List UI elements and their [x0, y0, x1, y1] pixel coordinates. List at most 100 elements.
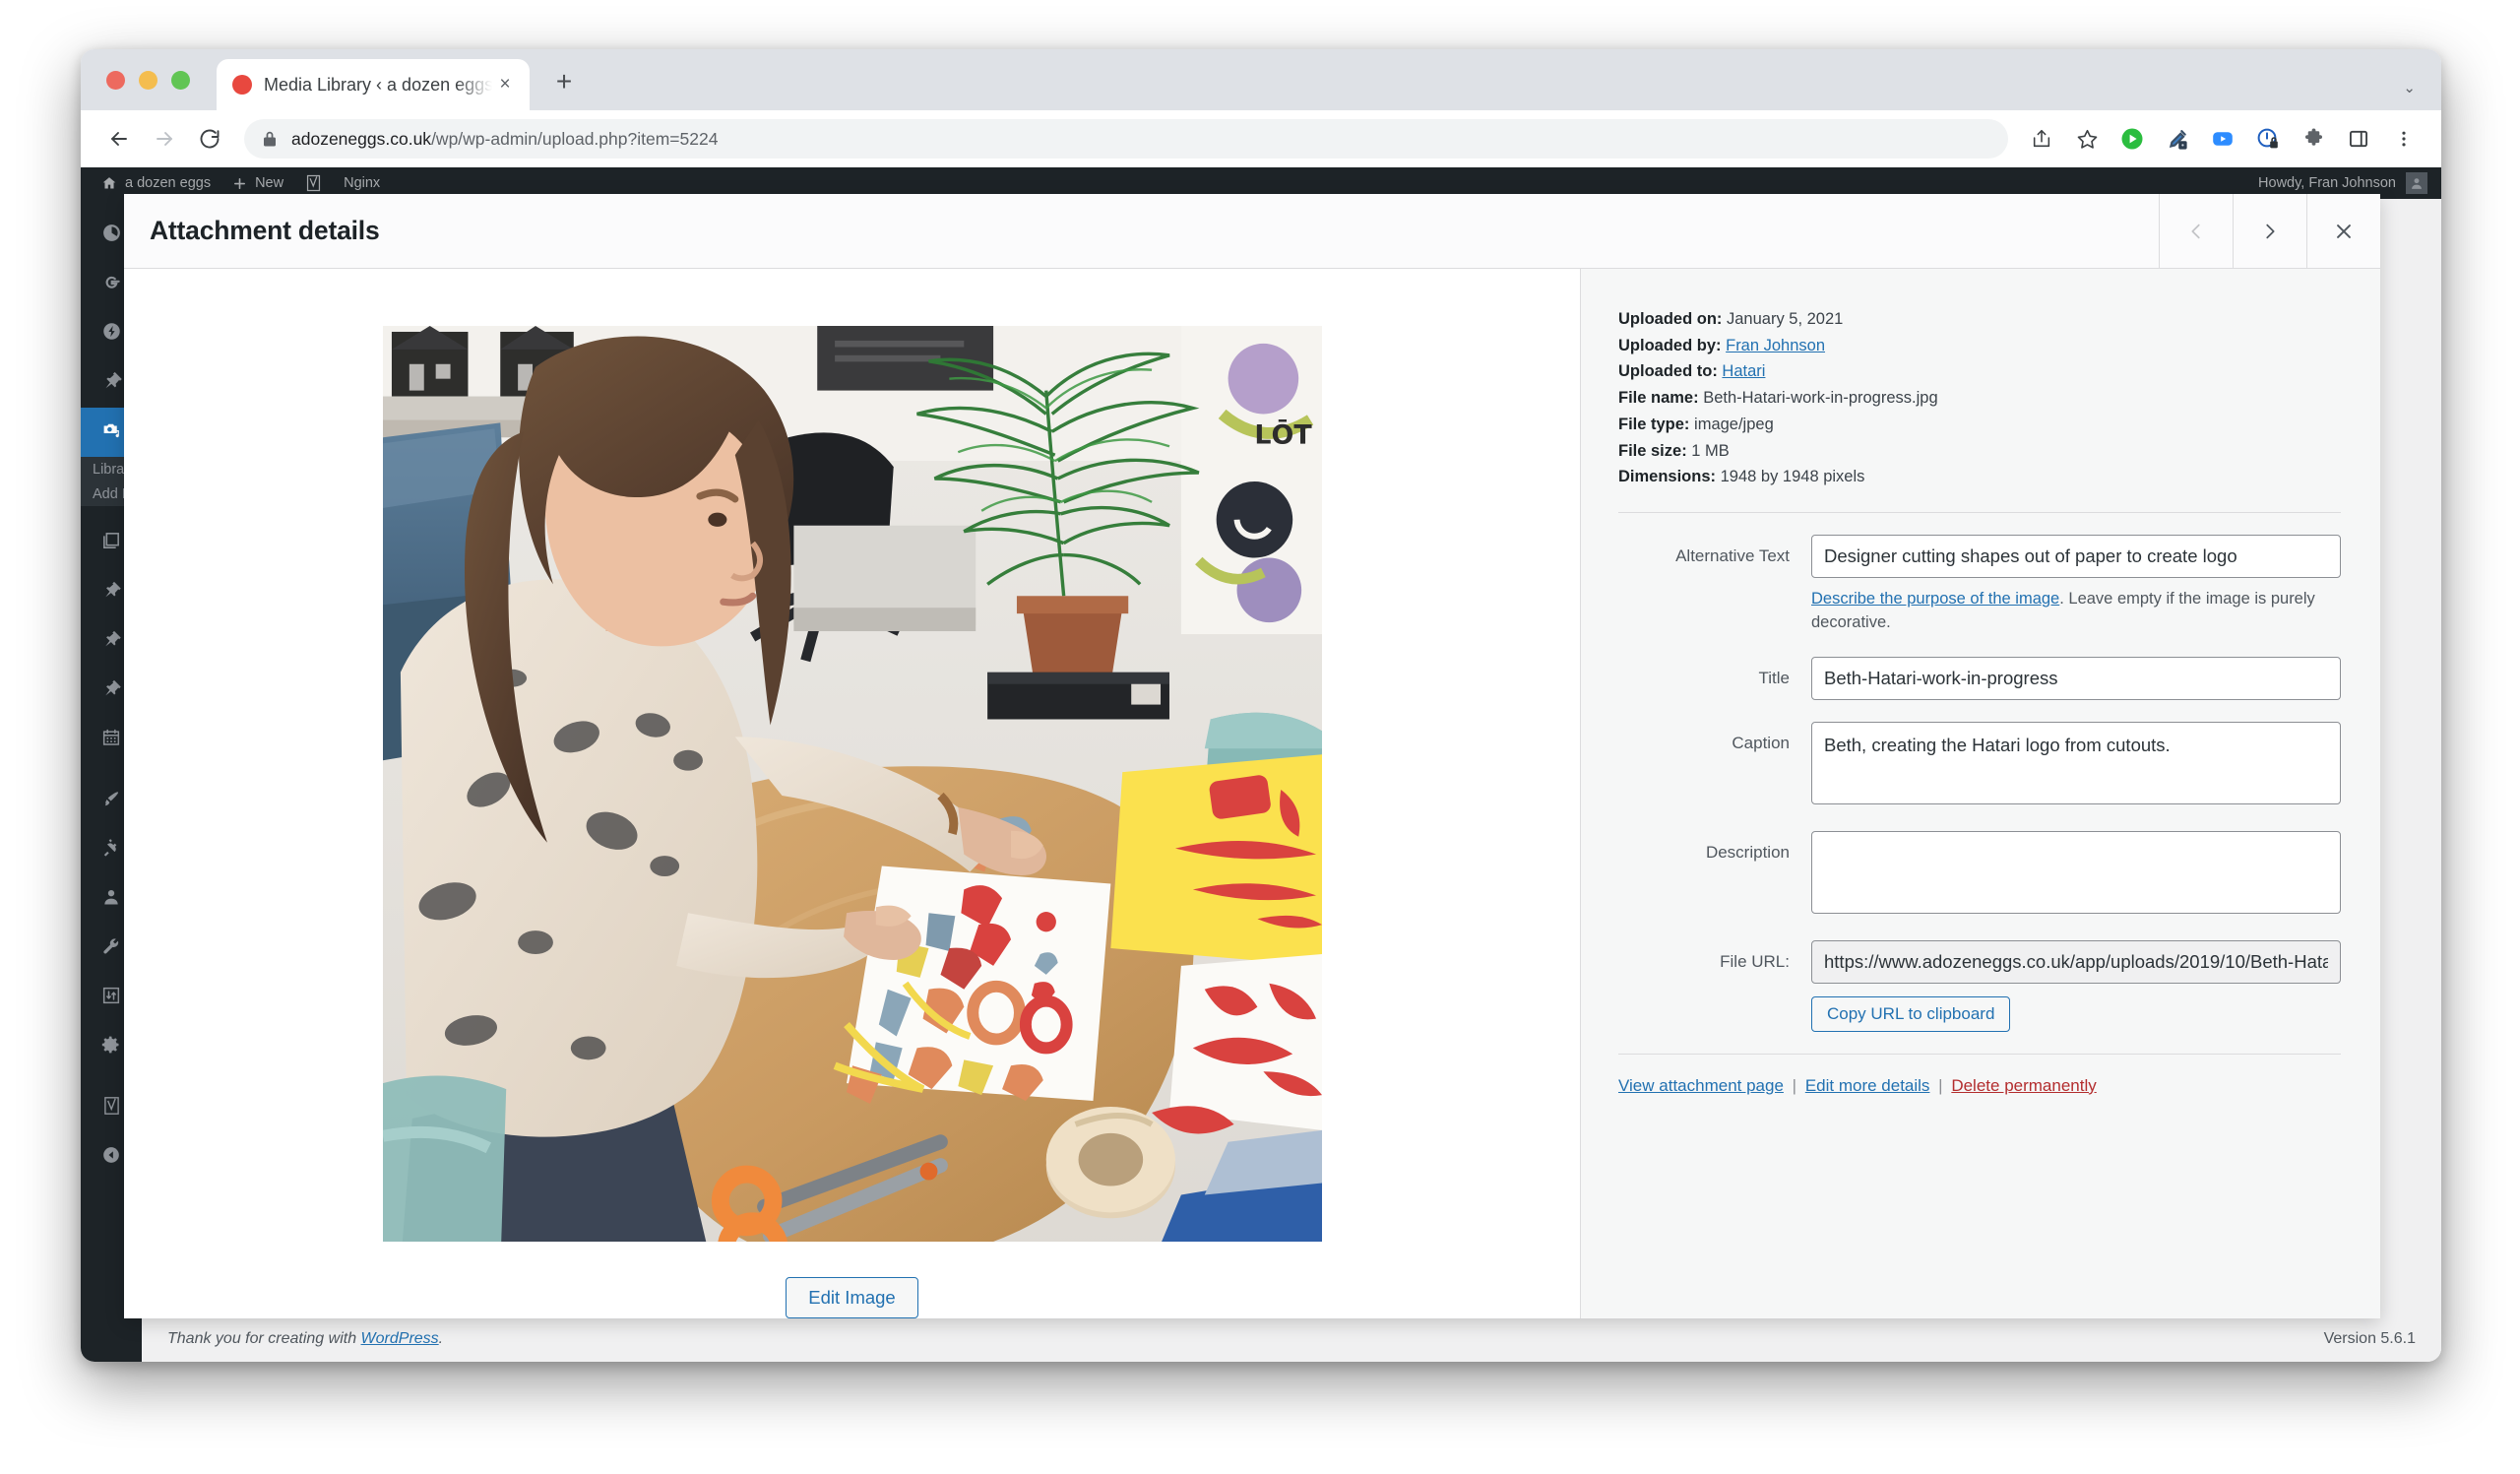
alt-text-label: Alternative Text [1675, 546, 1790, 566]
chevron-down-icon[interactable]: ⌄ [2403, 79, 2416, 96]
next-attachment-button[interactable] [2233, 194, 2306, 268]
file-url-input[interactable] [1811, 939, 2341, 984]
title-field-row: Title [1618, 656, 2341, 700]
reload-button[interactable] [189, 118, 230, 160]
share-icon[interactable] [2022, 119, 2061, 159]
footer-thanks: Thank you for creating with WordPress. [167, 1330, 443, 1348]
wp-admin-footer: Thank you for creating with WordPress. V… [142, 1316, 2441, 1362]
gear-icon [101, 1035, 121, 1059]
address-bar[interactable]: adozeneggs.co.uk/wp/wp-admin/upload.php?… [244, 119, 2008, 159]
previous-attachment-button[interactable] [2159, 194, 2233, 268]
meta-file-type: File type: image/jpeg [1618, 412, 2341, 438]
back-button[interactable] [98, 118, 140, 160]
caption-label: Caption [1732, 733, 1790, 752]
divider [1618, 512, 2341, 514]
footer-thanks-suffix: . [438, 1330, 444, 1347]
meta-label: File name: [1618, 389, 1699, 408]
attachment-thumbnail: LŌT [382, 326, 1322, 1242]
import-export-icon [101, 986, 121, 1010]
plug-icon [101, 838, 121, 863]
google-g-icon [101, 272, 122, 297]
extensions-puzzle-icon[interactable] [2294, 119, 2333, 159]
meta-value: 1 MB [1691, 441, 1730, 460]
description-textarea[interactable] [1811, 830, 2341, 914]
close-modal-button[interactable] [2306, 194, 2380, 268]
uploaded-by-link[interactable]: Fran Johnson [1726, 337, 1825, 354]
new-tab-button[interactable]: + [547, 65, 581, 98]
desktop-background: Media Library ‹ a dozen eggs – × + ⌄ ado… [0, 0, 2520, 1474]
modal-body: LŌT Edit Image Uploaded on: January 5, 2… [124, 269, 2380, 1318]
address-bar-url: adozeneggs.co.uk/wp/wp-admin/upload.php?… [291, 129, 718, 150]
alt-text-help: Describe the purpose of the image. Leave… [1811, 588, 2341, 635]
tab-close-icon[interactable]: × [492, 72, 518, 97]
pages-icon [101, 531, 121, 555]
tab-favicon-icon [232, 75, 252, 95]
meta-file-name: File name: Beth-Hatari-work-in-progress.… [1618, 385, 2341, 412]
separator: | [1792, 1075, 1797, 1095]
edit-more-details-link[interactable]: Edit more details [1805, 1076, 1930, 1095]
bookmark-star-icon[interactable] [2067, 119, 2107, 159]
describe-purpose-link[interactable]: Describe the purpose of the image [1811, 590, 2059, 608]
browser-tab-strip: Media Library ‹ a dozen eggs – × + ⌄ [81, 49, 2441, 110]
maximize-window-button[interactable] [171, 71, 190, 90]
meta-value: January 5, 2021 [1727, 310, 1844, 328]
meta-value: Beth-Hatari-work-in-progress.jpg [1703, 389, 1938, 408]
title-label: Title [1758, 668, 1791, 687]
attachment-actions: View attachment page | Edit more details… [1618, 1076, 2341, 1096]
wrench-icon [101, 936, 121, 961]
meta-label: Uploaded to: [1618, 362, 1718, 381]
minimize-window-button[interactable] [139, 71, 158, 90]
meta-dimensions: Dimensions: 1948 by 1948 pixels [1618, 464, 2341, 490]
side-panel-icon[interactable] [2339, 119, 2378, 159]
browser-toolbar: adozeneggs.co.uk/wp/wp-admin/upload.php?… [81, 110, 2441, 167]
meta-value: 1948 by 1948 pixels [1720, 468, 1865, 486]
alt-text-field-row: Alternative Text Describe the purpose of… [1618, 535, 2341, 635]
forward-button[interactable] [144, 118, 185, 160]
modal-header: Attachment details [124, 194, 2380, 269]
description-label: Description [1705, 842, 1790, 862]
browser-tab[interactable]: Media Library ‹ a dozen eggs – × [217, 59, 530, 110]
meta-file-size: File size: 1 MB [1618, 438, 2341, 465]
svg-text:LŌT: LŌT [1254, 418, 1312, 450]
play-extension-icon[interactable] [2112, 119, 2152, 159]
wordpress-link[interactable]: WordPress [361, 1330, 439, 1347]
attachment-details-modal: Attachment details LŌT Edit Image Upload… [124, 194, 2380, 1318]
caption-textarea[interactable]: Beth, creating the Hatari logo from cuto… [1811, 721, 2341, 804]
pin-icon [101, 370, 122, 396]
pin-icon [101, 580, 121, 605]
caption-field-row: Caption Beth, creating the Hatari logo f… [1618, 721, 2341, 809]
attachment-preview-pane: LŌT Edit Image [124, 269, 1581, 1318]
eyedropper-extension-icon[interactable] [2158, 119, 2197, 159]
browser-window: Media Library ‹ a dozen eggs – × + ⌄ ado… [81, 49, 2441, 1362]
meta-label: File type: [1618, 415, 1690, 433]
view-attachment-page-link[interactable]: View attachment page [1618, 1076, 1784, 1095]
alt-text-input[interactable] [1811, 535, 2341, 579]
modal-nav-buttons [2159, 194, 2380, 268]
uploaded-to-link[interactable]: Hatari [1722, 362, 1765, 380]
speed-icon [101, 321, 122, 347]
window-traffic-lights [106, 71, 190, 90]
url-host: adozeneggs.co.uk [291, 128, 432, 149]
footer-version: Version 5.6.1 [2323, 1330, 2416, 1347]
divider [1618, 1053, 2341, 1055]
tab-title: Media Library ‹ a dozen eggs – [264, 74, 492, 95]
lock-icon [262, 130, 278, 148]
collapse-icon [101, 1145, 121, 1170]
title-input[interactable] [1811, 656, 2341, 700]
avatar [2406, 172, 2427, 194]
meta-uploaded-on: Uploaded on: January 5, 2021 [1618, 306, 2341, 333]
privacy-extension-icon[interactable] [2248, 119, 2288, 159]
close-window-button[interactable] [106, 71, 125, 90]
adminbar-howdy-label: Howdy, Fran Johnson [2258, 175, 2396, 191]
copy-url-button[interactable]: Copy URL to clipboard [1811, 995, 2011, 1032]
separator: | [1938, 1075, 1943, 1095]
adminbar-new-label: New [255, 175, 284, 191]
meta-value: image/jpeg [1694, 415, 1774, 433]
browser-menu-icon[interactable] [2384, 119, 2424, 159]
meta-label: Dimensions: [1618, 468, 1717, 486]
home-icon [101, 175, 117, 191]
attachment-settings-pane: Uploaded on: January 5, 2021 Uploaded by… [1581, 269, 2380, 1318]
delete-permanently-link[interactable]: Delete permanently [1951, 1076, 2096, 1095]
video-extension-icon[interactable] [2203, 119, 2242, 159]
edit-image-button[interactable]: Edit Image [786, 1276, 918, 1318]
